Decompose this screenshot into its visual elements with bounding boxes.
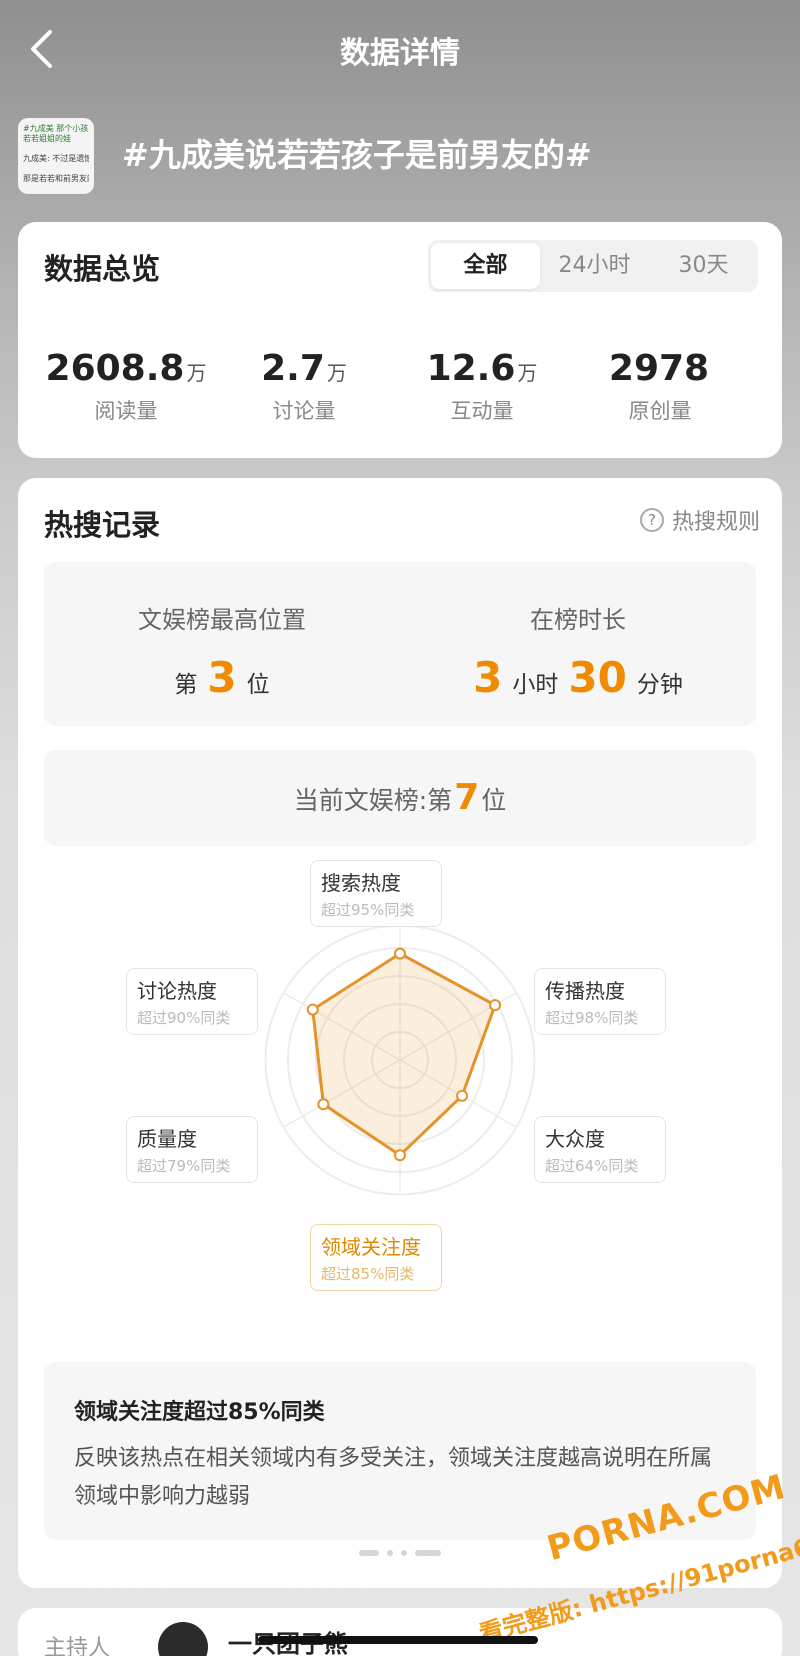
- radar-label-discussion: 讨论热度 超过90%同类: [126, 968, 258, 1035]
- radar-label-spread: 传播热度 超过98%同类: [534, 968, 666, 1035]
- highest-rank-block: 文娱榜最高位置 第 3 位: [44, 562, 400, 726]
- topic-header: #九成美 那个小孩, 若若姐姐的娃 九成美: 不过是遗憾的 那是若若和前男友的 …: [18, 118, 782, 196]
- highest-rank-value: 3: [207, 653, 237, 702]
- stat-reads: 2608.8 万 阅读量: [36, 348, 216, 425]
- topic-title: #九成美说若若孩子是前男友的#: [122, 136, 592, 174]
- radar-axis-name: 搜索热度: [321, 871, 401, 895]
- stat-unit: 万: [186, 361, 207, 385]
- highest-rank-caption: 文娱榜最高位置: [138, 606, 306, 634]
- radar-data-polygon: [311, 951, 497, 1158]
- tab-30d[interactable]: 30天: [649, 243, 758, 289]
- carousel-dot[interactable]: [387, 1550, 393, 1556]
- radar-axis-name: 领域关注度: [321, 1235, 421, 1259]
- current-rank-value: 7: [454, 777, 480, 818]
- radar-point-0: [394, 947, 406, 960]
- avatar[interactable]: [158, 1622, 208, 1656]
- thumb-line: [23, 144, 89, 154]
- thumb-line: #九成美 那个小孩,: [23, 124, 89, 133]
- data-overview-card: 数据总览 全部 24小时 30天 2608.8 万 阅读量 2.7 万 讨论量 12…: [18, 222, 782, 458]
- radar-label-mass: 大众度 超过64%同类: [534, 1116, 666, 1183]
- rank-prefix: 第: [174, 672, 198, 698]
- page-title: 数据详情: [340, 36, 460, 71]
- radar-label-quality: 质量度 超过79%同类: [126, 1116, 258, 1183]
- rank-prefix: 第: [427, 786, 453, 815]
- rules-label: 热搜规则: [671, 510, 760, 535]
- stat-label: 讨论量: [272, 399, 336, 423]
- home-indicator: [258, 1636, 538, 1644]
- overview-title: 数据总览: [44, 252, 161, 286]
- rank-suffix: 位: [481, 786, 507, 815]
- ranking-summary-panel: 文娱榜最高位置 第 3 位 在榜时长 3 小时 30 分钟: [44, 562, 756, 726]
- hot-search-title: 热搜记录: [44, 508, 161, 542]
- host-card: 主持人 一只团子熊: [18, 1608, 782, 1656]
- radar-axis-name: 质量度: [137, 1127, 197, 1151]
- description-body: 反映该热点在相关领域内有多受关注，领域关注度越高说明在所属领域中影响力越弱: [74, 1446, 713, 1509]
- radar-point-3: [394, 1149, 406, 1162]
- tab-24h[interactable]: 24小时: [540, 243, 649, 289]
- description-heading: 领域关注度超过85%同类: [74, 1400, 325, 1425]
- radar-axis-sub: 超过90%同类: [137, 1009, 231, 1027]
- radar-point-2: [456, 1089, 469, 1102]
- topic-thumbnail[interactable]: #九成美 那个小孩, 若若姐姐的娃 九成美: 不过是遗憾的 那是若若和前男友的: [18, 118, 94, 194]
- carousel-dot[interactable]: [359, 1550, 379, 1556]
- thumb-line: 若若姐姐的娃: [23, 134, 71, 143]
- radar-axis-sub: 超过64%同类: [545, 1157, 639, 1175]
- stat-unit: 万: [517, 361, 538, 385]
- host-label: 主持人: [44, 1636, 111, 1656]
- radar-axis-sub: 超过85%同类: [321, 1265, 415, 1283]
- radar-label-search: 搜索热度 超过95%同类: [310, 860, 442, 927]
- radar-axis-name: 讨论热度: [137, 979, 217, 1003]
- stat-value: 12.6: [426, 348, 516, 389]
- current-rank-panel: 当前文娱榜:第7位: [44, 750, 756, 846]
- carousel-dots: [18, 1550, 782, 1556]
- hot-search-rules-link[interactable]: ? 热搜规则: [639, 504, 760, 536]
- radar-point-5: [306, 1003, 319, 1016]
- radar-axis-sub: 超过79%同类: [137, 1157, 231, 1175]
- stat-unit: 万: [326, 361, 347, 385]
- stat-interactions: 12.6 万 互动量: [392, 348, 572, 425]
- duration-caption: 在榜时长: [530, 606, 626, 634]
- current-rank-label: 当前文娱榜:: [293, 786, 428, 815]
- question-circle-icon: ?: [639, 508, 664, 532]
- minutes-unit: 分钟: [636, 672, 683, 698]
- radar-point-4: [317, 1098, 330, 1111]
- top-bar: 数据详情: [0, 0, 800, 100]
- carousel-dot[interactable]: [415, 1550, 441, 1556]
- hours-unit: 小时: [512, 672, 559, 698]
- radar-label-domain[interactable]: 领域关注度 超过85%同类: [310, 1224, 442, 1291]
- duration-minutes: 30: [568, 653, 627, 702]
- radar-axis-sub: 超过95%同类: [321, 901, 415, 919]
- stat-value: 2608.8: [45, 348, 185, 389]
- thumb-line: [23, 164, 89, 174]
- stat-label: 互动量: [450, 399, 514, 423]
- thumb-line: 九成美: 不过是遗憾的: [23, 154, 89, 163]
- tab-all[interactable]: 全部: [431, 243, 540, 289]
- stat-label: 原创量: [628, 399, 692, 423]
- stat-value: 2.7: [261, 348, 325, 389]
- stat-value: 2978: [608, 348, 710, 389]
- stat-label: 阅读量: [94, 399, 158, 423]
- thumb-line: 那是若若和前男友的: [23, 174, 89, 183]
- hot-search-card: 热搜记录 ? 热搜规则 文娱榜最高位置 第 3 位 在榜时长 3 小时 30 分…: [18, 478, 782, 1588]
- radar-axis-sub: 超过98%同类: [545, 1009, 639, 1027]
- radar-point-1: [489, 999, 502, 1012]
- stat-discussions: 2.7 万 讨论量: [214, 348, 394, 425]
- duration-block: 在榜时长 3 小时 30 分钟: [400, 562, 756, 726]
- time-range-tabs: 全部 24小时 30天: [428, 240, 758, 292]
- radar-axis-name: 大众度: [545, 1127, 605, 1151]
- rank-suffix: 位: [246, 672, 270, 698]
- radar-chart: 搜索热度 超过95%同类 传播热度 超过98%同类 大众度 超过64%同类 领域…: [18, 848, 782, 1308]
- carousel-dot[interactable]: [401, 1550, 407, 1556]
- duration-hours: 3: [473, 653, 503, 702]
- stat-originals: 2978 原创量: [570, 348, 750, 425]
- radar-axis-name: 传播热度: [545, 979, 625, 1003]
